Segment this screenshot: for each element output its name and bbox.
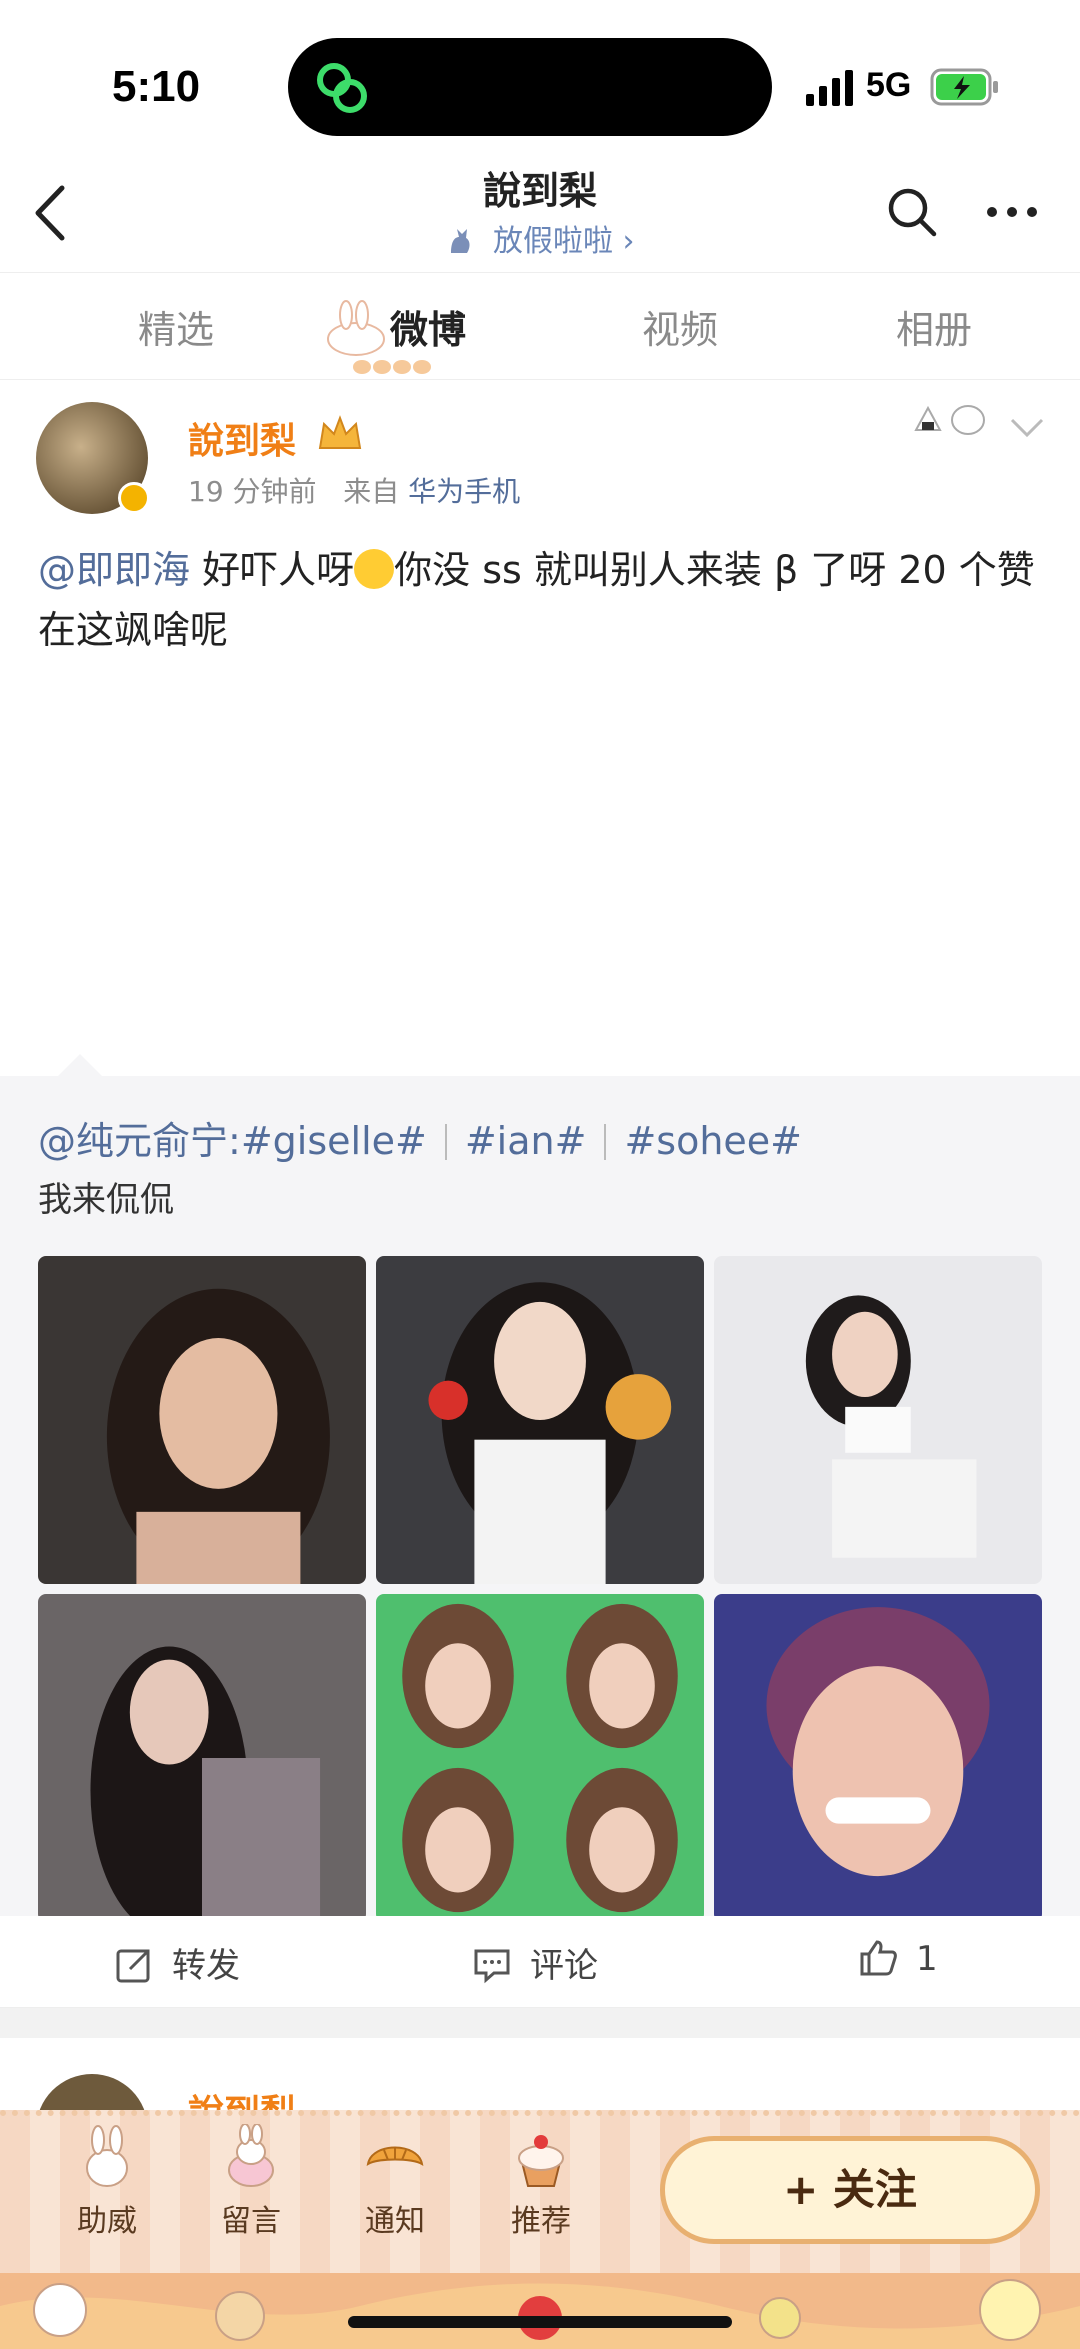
source-device[interactable]: 华为手机	[408, 475, 520, 508]
post-body: @即即海 好吓人呀 你没 ss 就叫别人来装 β 了呀 20 个赞在这飒啥呢	[38, 540, 1048, 660]
repost-mention[interactable]: @纯元俞宁:	[38, 1119, 241, 1163]
signal-icon	[806, 70, 853, 106]
notify-label: 通知	[365, 2204, 425, 2239]
comment-label: 评论	[530, 1946, 598, 1986]
subtitle-text: 放假啦啦 ›	[493, 224, 635, 259]
photo-thumbnail[interactable]	[376, 1256, 704, 1584]
photo-thumbnail[interactable]	[38, 1594, 366, 1922]
feed-divider	[0, 2008, 1080, 2038]
status-bar: 5:10 5G	[0, 0, 1080, 160]
repost-button[interactable]: 转发	[114, 1938, 240, 1987]
battery-charging-icon	[930, 68, 998, 106]
network-label: 5G	[866, 66, 912, 104]
cupcake-icon	[518, 2135, 564, 2187]
tab-featured[interactable]: 精选	[138, 299, 214, 354]
croissant-icon	[366, 2146, 424, 2166]
bakery-deco-icon	[0, 2279, 1080, 2349]
topic-tag[interactable]: #ian#	[465, 1119, 587, 1163]
follow-button[interactable]: + 关注	[660, 2136, 1040, 2244]
tab-weibo[interactable]: 微博	[390, 299, 466, 354]
share-icon	[116, 1949, 150, 1983]
topic-tag[interactable]: #sohee#	[624, 1119, 802, 1163]
verified-badge-icon	[118, 482, 150, 514]
cheer-button[interactable]: 助威	[42, 2124, 172, 2240]
source-prefix: 来自	[343, 475, 400, 508]
link-app-icon	[317, 63, 367, 113]
crying-emoji-icon	[354, 549, 395, 589]
post-text-part1: 好吓人呀	[190, 548, 355, 592]
post-author[interactable]: 說到梨	[188, 412, 296, 464]
dynamic-island	[288, 38, 772, 136]
repost-header: @纯元俞宁:#giselle# #ian# #sohee#	[38, 1110, 802, 1165]
more-options-icon[interactable]	[984, 204, 1040, 220]
cat-icon	[451, 229, 470, 253]
photo-thumbnail[interactable]	[714, 1594, 1042, 1922]
chevron-down-icon[interactable]	[1008, 416, 1046, 440]
message-button[interactable]: 留言	[186, 2124, 316, 2240]
message-label: 留言	[221, 2204, 281, 2239]
rice-ball-deco-icon	[914, 405, 985, 435]
tab-album[interactable]: 相册	[896, 299, 972, 354]
like-button[interactable]: 1	[858, 1938, 938, 1979]
repost-pointer	[58, 1054, 102, 1076]
comment-button[interactable]: 评论	[472, 1938, 598, 1987]
mention-link[interactable]: @即即海	[38, 548, 190, 592]
thumbs-up-icon	[860, 1940, 897, 1976]
like-count: 1	[916, 1939, 938, 1979]
tab-video[interactable]: 视频	[642, 299, 718, 354]
topic-tag[interactable]: #giselle#	[241, 1119, 427, 1163]
status-time: 5:10	[112, 62, 201, 111]
photo-thumbnail[interactable]	[376, 1594, 704, 1922]
comment-icon	[474, 1949, 510, 1984]
post-time: 19 分钟前	[188, 475, 317, 508]
cheer-label: 助威	[77, 2204, 137, 2239]
bunny-cheer-icon	[86, 2125, 128, 2187]
recommend-label: 推荐	[511, 2204, 571, 2239]
repost-label: 转发	[172, 1946, 240, 1986]
photo-thumbnail[interactable]	[714, 1256, 1042, 1584]
bunny-message-icon	[228, 2124, 274, 2187]
photo-thumbnail[interactable]	[38, 1256, 366, 1584]
search-icon[interactable]	[886, 186, 938, 238]
recommend-button[interactable]: 推荐	[476, 2124, 606, 2240]
bunny-deco-icon	[327, 300, 385, 356]
post-actions: 转发 评论 1	[0, 1916, 1080, 2008]
repost-text: 我来侃侃	[38, 1180, 174, 1220]
crown-icon	[318, 415, 362, 449]
home-indicator	[348, 2316, 732, 2328]
notify-button[interactable]: 通知	[330, 2124, 460, 2240]
profile-tabs: 精选 微博 视频 相册	[0, 272, 1080, 380]
profile-header: 說到梨 放假啦啦 ›	[0, 160, 1080, 272]
tab-active-indicator	[353, 360, 431, 374]
bottom-toolbar: 助威 留言 通知 推荐 + 关注	[0, 2110, 1080, 2349]
post-meta: 19 分钟前 来自 华为手机	[188, 470, 520, 510]
